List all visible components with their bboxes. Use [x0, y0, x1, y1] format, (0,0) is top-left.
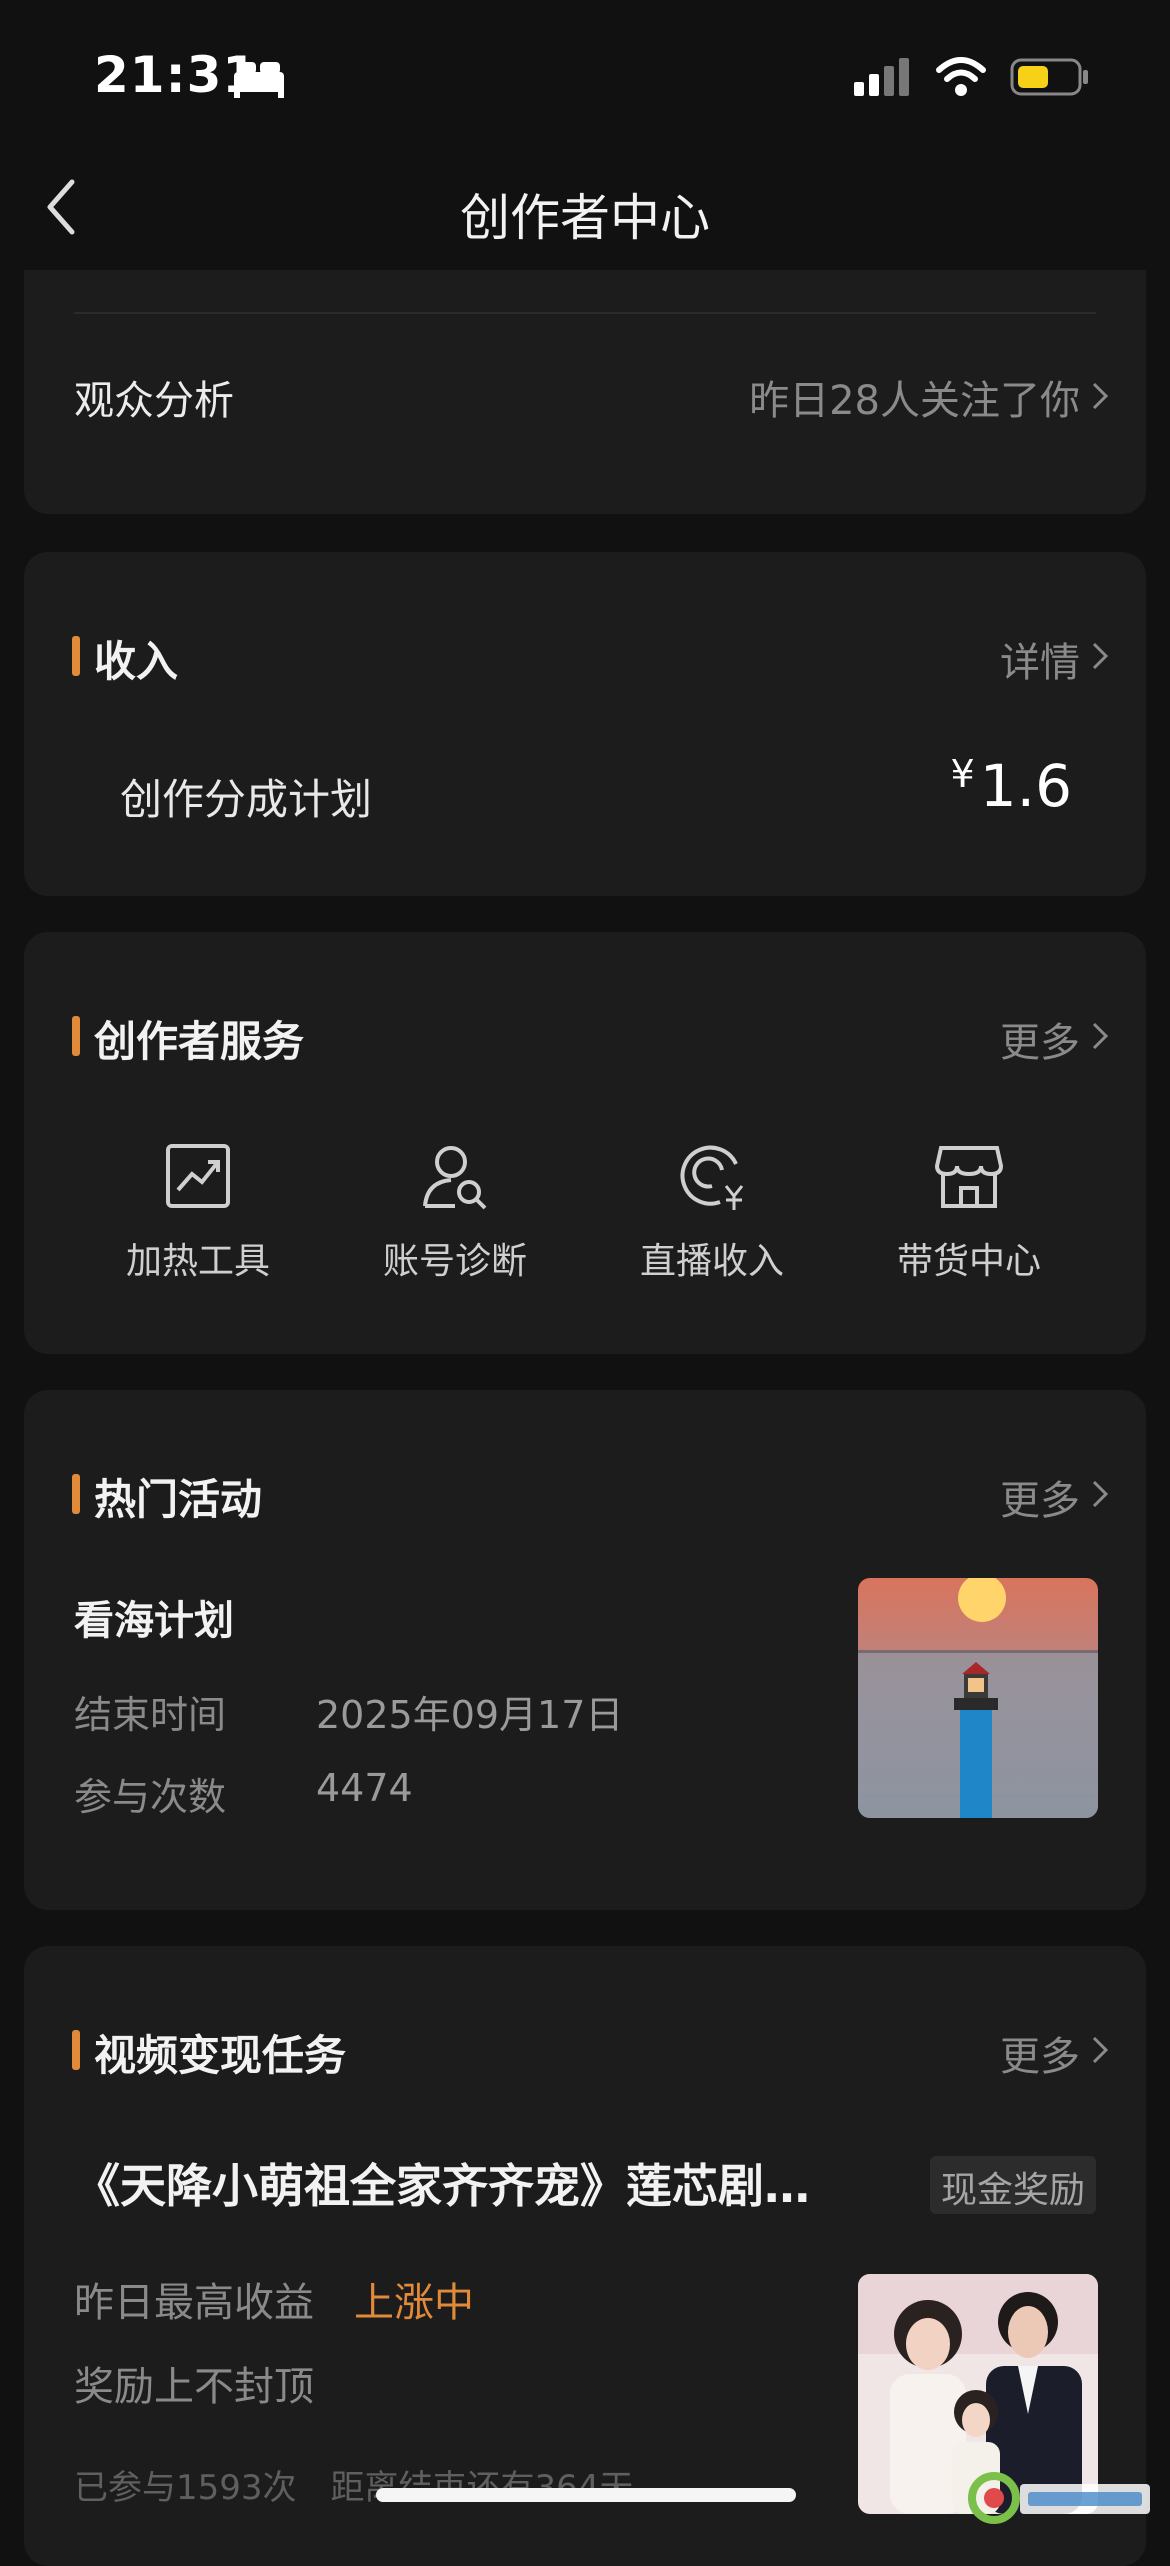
- income-plan-label: 创作分成计划: [120, 775, 373, 824]
- chart-up-icon: [166, 1144, 230, 1208]
- chevron-right-icon: [1092, 2036, 1109, 2064]
- income-details-link[interactable]: 详情: [1000, 630, 1080, 688]
- audience-card: 观众分析 昨日28人关注了你: [24, 270, 1146, 514]
- service-label: 直播收入: [639, 1241, 784, 1282]
- chevron-right-icon: [1092, 1480, 1109, 1508]
- income-card: 收入 详情 创作分成计划 ¥ 1.6: [24, 552, 1146, 896]
- task-title: 《天降小萌祖全家齐齐宠》莲芯剧…: [74, 2159, 810, 2213]
- income-amount-value: 1.6: [979, 752, 1072, 820]
- chevron-right-icon: [1092, 1022, 1109, 1050]
- live-income-icon: [680, 1145, 744, 1210]
- user-search-icon: [423, 1146, 487, 1210]
- service-account-diagnosis[interactable]: 账号诊断: [345, 1140, 565, 1284]
- audience-label: 观众分析: [74, 378, 234, 424]
- section-accent: [72, 636, 80, 676]
- store-icon: [934, 1146, 1004, 1208]
- status-bar: 21:31: [0, 0, 1170, 150]
- service-label: 带货中心: [896, 1241, 1041, 1282]
- activity-count-value: 4474: [316, 1766, 413, 1810]
- services-card: 创作者服务 更多 加热工具 账号诊断 直播收入 带货中心: [24, 932, 1146, 1354]
- task-income-label: 昨日最高收益: [74, 2280, 314, 2326]
- task-note: 奖励上不封顶: [74, 2364, 314, 2410]
- divider: [74, 312, 1096, 314]
- task-income-trend: 上涨中: [354, 2280, 474, 2326]
- tasks-more-link[interactable]: 更多: [1000, 2024, 1080, 2082]
- wifi-icon: [936, 57, 986, 96]
- tasks-title: 视频变现任务: [94, 2031, 347, 2080]
- activities-card: 热门活动 更多 看海计划 结束时间 2025年09月17日 参与次数 4474: [24, 1390, 1146, 1910]
- services-title: 创作者服务: [94, 1017, 305, 1066]
- income-amount: ¥ 1.6: [950, 752, 1072, 820]
- activity-end-value: 2025年09月17日: [316, 1693, 624, 1737]
- chevron-right-icon: [1092, 642, 1109, 670]
- audience-row[interactable]: 观众分析 昨日28人关注了你: [24, 340, 1146, 450]
- section-accent: [72, 1474, 80, 1514]
- service-live-income[interactable]: 直播收入: [602, 1140, 822, 1284]
- service-sales-center[interactable]: 带货中心: [859, 1140, 1079, 1284]
- audience-value: 昨日28人关注了你: [749, 378, 1080, 424]
- home-indicator: [376, 2488, 796, 2502]
- activities-more-link[interactable]: 更多: [1000, 1468, 1080, 1526]
- income-title: 收入: [94, 637, 179, 686]
- watermark-logo-icon: [968, 2472, 1150, 2524]
- activity-count-label: 参与次数: [74, 1775, 227, 1819]
- chevron-right-icon: [1092, 382, 1109, 410]
- currency-symbol: ¥: [950, 752, 975, 796]
- activity-name: 看海计划: [74, 1598, 234, 1644]
- battery-icon: [1010, 58, 1088, 96]
- section-accent: [72, 2030, 80, 2070]
- service-label: 加热工具: [125, 1241, 270, 1282]
- activity-item[interactable]: 看海计划 结束时间 2025年09月17日 参与次数 4474: [24, 1570, 1146, 1840]
- cellular-signal-icon: [854, 58, 909, 96]
- service-heat-tool[interactable]: 加热工具: [88, 1140, 308, 1284]
- activity-end-label: 结束时间: [74, 1693, 227, 1737]
- services-more-link[interactable]: 更多: [1000, 1010, 1080, 1068]
- nav-bar: 创作者中心: [0, 150, 1170, 270]
- activity-thumbnail: [858, 1578, 1098, 1818]
- section-accent: [72, 1016, 80, 1056]
- service-label: 账号诊断: [382, 1241, 527, 1282]
- bed-icon: [234, 62, 284, 98]
- cash-reward-badge-label: 现金奖励: [940, 2170, 1085, 2211]
- page-title: 创作者中心: [460, 189, 710, 247]
- activities-title: 热门活动: [94, 1475, 263, 1524]
